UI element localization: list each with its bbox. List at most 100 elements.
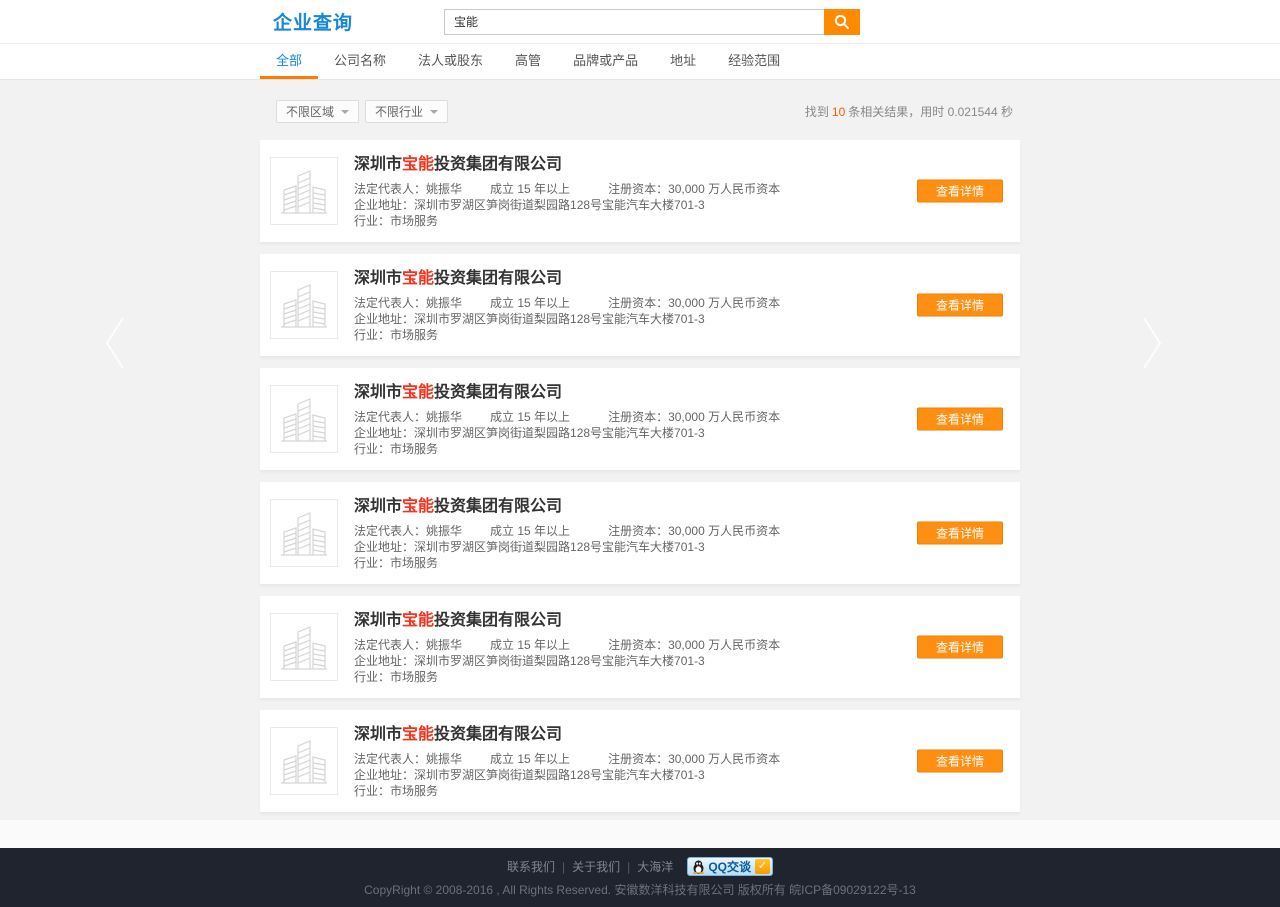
building-icon <box>276 163 332 219</box>
result-card: 深圳市宝能投资集团有限公司 法定代表人：姚振华 成立 15 年以上 注册资本：3… <box>260 710 1020 812</box>
registered-capital: 注册资本：30,000 万人民币资本 <box>608 409 780 425</box>
company-facts-row: 法定代表人：姚振华 成立 15 年以上 注册资本：30,000 万人民币资本 <box>354 637 780 653</box>
keyword-highlight: 宝能 <box>402 612 434 629</box>
company-industry-row: 行业：市场服务 <box>354 441 780 457</box>
company-info: 深圳市宝能投资集团有限公司 法定代表人：姚振华 成立 15 年以上 注册资本：3… <box>354 384 780 470</box>
tab-all[interactable]: 全部 <box>260 44 318 79</box>
company-name-link[interactable]: 深圳市宝能投资集团有限公司 <box>354 612 780 630</box>
company-thumbnail <box>270 613 338 681</box>
copyright: CopyRight © 2008-2016 , All Rights Reser… <box>364 881 916 898</box>
company-name-link[interactable]: 深圳市宝能投资集团有限公司 <box>354 384 780 402</box>
company-name-suffix: 投资集团有限公司 <box>434 156 562 173</box>
industry-filter-dropdown[interactable]: 不限行业 <box>365 100 448 123</box>
search-icon <box>834 14 850 30</box>
view-details-button[interactable]: 查看详情 <box>917 636 1003 659</box>
keyword-highlight: 宝能 <box>402 156 434 173</box>
tab-legal-or-shareholder[interactable]: 法人或股东 <box>402 44 499 79</box>
result-card: 深圳市宝能投资集团有限公司 法定代表人：姚振华 成立 15 年以上 注册资本：3… <box>260 596 1020 698</box>
legal-representative: 法定代表人：姚振华 <box>354 523 462 539</box>
keyword-highlight: 宝能 <box>402 498 434 515</box>
company-name-suffix: 投资集团有限公司 <box>434 498 562 515</box>
registered-capital: 注册资本：30,000 万人民币资本 <box>608 181 780 197</box>
legal-representative: 法定代表人：姚振华 <box>354 409 462 425</box>
company-name-link[interactable]: 深圳市宝能投资集团有限公司 <box>354 156 780 174</box>
company-thumbnail <box>270 499 338 567</box>
company-facts-row: 法定代表人：姚振华 成立 15 年以上 注册资本：30,000 万人民币资本 <box>354 751 780 767</box>
tab-bar: 全部 公司名称 法人或股东 高管 品牌或产品 地址 经验范围 <box>0 44 1280 80</box>
company-thumbnail <box>270 727 338 795</box>
company-name-link[interactable]: 深圳市宝能投资集团有限公司 <box>354 726 780 744</box>
industry-filter-label: 不限行业 <box>375 103 423 120</box>
footer-link-dahaiyang[interactable]: 大海洋 <box>637 858 673 875</box>
result-card: 深圳市宝能投资集团有限公司 法定代表人：姚振华 成立 15 年以上 注册资本：3… <box>260 254 1020 356</box>
view-details-button[interactable]: 查看详情 <box>917 408 1003 431</box>
registered-capital: 注册资本：30,000 万人民币资本 <box>608 523 780 539</box>
company-address-row: 企业地址：深圳市罗湖区笋岗街道梨园路128号宝能汽车大楼701-3 <box>354 653 780 669</box>
chevron-left-icon[interactable] <box>103 313 127 373</box>
legal-representative: 法定代表人：姚振华 <box>354 181 462 197</box>
company-thumbnail <box>270 271 338 339</box>
company-address-row: 企业地址：深圳市罗湖区笋岗街道梨园路128号宝能汽车大楼701-3 <box>354 425 780 441</box>
company-name-link[interactable]: 深圳市宝能投资集团有限公司 <box>354 270 780 288</box>
founded-years: 成立 15 年以上 <box>490 751 570 767</box>
search-bar <box>444 9 860 35</box>
site-logo[interactable]: 企业查询 <box>273 8 353 35</box>
search-input[interactable] <box>444 9 824 35</box>
qq-chat-button[interactable]: QQ交谈 ✓ <box>687 857 773 876</box>
keyword-highlight: 宝能 <box>402 270 434 287</box>
company-info: 深圳市宝能投资集团有限公司 法定代表人：姚振华 成立 15 年以上 注册资本：3… <box>354 612 780 698</box>
founded-years: 成立 15 年以上 <box>490 295 570 311</box>
company-name-link[interactable]: 深圳市宝能投资集团有限公司 <box>354 498 780 516</box>
registered-capital: 注册资本：30,000 万人民币资本 <box>608 295 780 311</box>
building-icon <box>276 277 332 333</box>
chevron-right-icon[interactable] <box>1140 313 1164 373</box>
tab-brand-or-product[interactable]: 品牌或产品 <box>557 44 654 79</box>
tab-executives[interactable]: 高管 <box>499 44 557 79</box>
company-name-prefix: 深圳市 <box>354 156 402 173</box>
building-icon <box>276 391 332 447</box>
result-summary-suffix: 条相关结果，用时 0.021544 秒 <box>848 105 1013 119</box>
view-details-button[interactable]: 查看详情 <box>917 522 1003 545</box>
keyword-highlight: 宝能 <box>402 384 434 401</box>
region-filter-label: 不限区域 <box>286 103 334 120</box>
legal-representative: 法定代表人：姚振华 <box>354 295 462 311</box>
founded-years: 成立 15 年以上 <box>490 409 570 425</box>
company-industry-row: 行业：市场服务 <box>354 669 780 685</box>
footer-links: 联系我们 | 关于我们 | 大海洋 QQ交谈 ✓ <box>500 857 780 876</box>
view-details-button[interactable]: 查看详情 <box>917 294 1003 317</box>
result-count: 10 <box>832 105 845 119</box>
filter-row: 不限区域 不限行业 找到10条相关结果，用时 0.021544 秒 <box>260 80 1020 123</box>
company-industry-row: 行业：市场服务 <box>354 555 780 571</box>
company-name-prefix: 深圳市 <box>354 384 402 401</box>
tab-company-name[interactable]: 公司名称 <box>318 44 402 79</box>
company-name-prefix: 深圳市 <box>354 612 402 629</box>
company-info: 深圳市宝能投资集团有限公司 法定代表人：姚振华 成立 15 年以上 注册资本：3… <box>354 726 780 812</box>
registered-capital: 注册资本：30,000 万人民币资本 <box>608 637 780 653</box>
footer-link-about[interactable]: 关于我们 <box>572 858 620 875</box>
result-list: 深圳市宝能投资集团有限公司 法定代表人：姚振华 成立 15 年以上 注册资本：3… <box>260 140 1020 812</box>
company-name-suffix: 投资集团有限公司 <box>434 384 562 401</box>
company-info: 深圳市宝能投资集团有限公司 法定代表人：姚振华 成立 15 年以上 注册资本：3… <box>354 156 780 242</box>
company-address-row: 企业地址：深圳市罗湖区笋岗街道梨园路128号宝能汽车大楼701-3 <box>354 539 780 555</box>
tab-business-scope[interactable]: 经验范围 <box>712 44 796 79</box>
result-summary: 找到10条相关结果，用时 0.021544 秒 <box>805 103 1013 120</box>
legal-representative: 法定代表人：姚振华 <box>354 751 462 767</box>
company-facts-row: 法定代表人：姚振华 成立 15 年以上 注册资本：30,000 万人民币资本 <box>354 523 780 539</box>
founded-years: 成立 15 年以上 <box>490 181 570 197</box>
founded-years: 成立 15 年以上 <box>490 637 570 653</box>
view-details-button[interactable]: 查看详情 <box>917 180 1003 203</box>
footer-link-contact[interactable]: 联系我们 <box>507 858 555 875</box>
region-filter-dropdown[interactable]: 不限区域 <box>276 100 359 123</box>
company-name-suffix: 投资集团有限公司 <box>434 726 562 743</box>
footer: 联系我们 | 关于我们 | 大海洋 QQ交谈 ✓ CopyRight © 200… <box>0 848 1280 907</box>
caret-down-icon <box>430 110 438 114</box>
tab-bar-inner: 全部 公司名称 法人或股东 高管 品牌或产品 地址 经验范围 <box>260 44 1020 79</box>
company-facts-row: 法定代表人：姚振华 成立 15 年以上 注册资本：30,000 万人民币资本 <box>354 295 780 311</box>
company-name-prefix: 深圳市 <box>354 498 402 515</box>
tab-address[interactable]: 地址 <box>654 44 712 79</box>
company-industry-row: 行业：市场服务 <box>354 213 780 229</box>
search-button[interactable] <box>824 9 860 35</box>
company-thumbnail <box>270 385 338 453</box>
view-details-button[interactable]: 查看详情 <box>917 750 1003 773</box>
qq-penguin-icon <box>692 860 705 874</box>
